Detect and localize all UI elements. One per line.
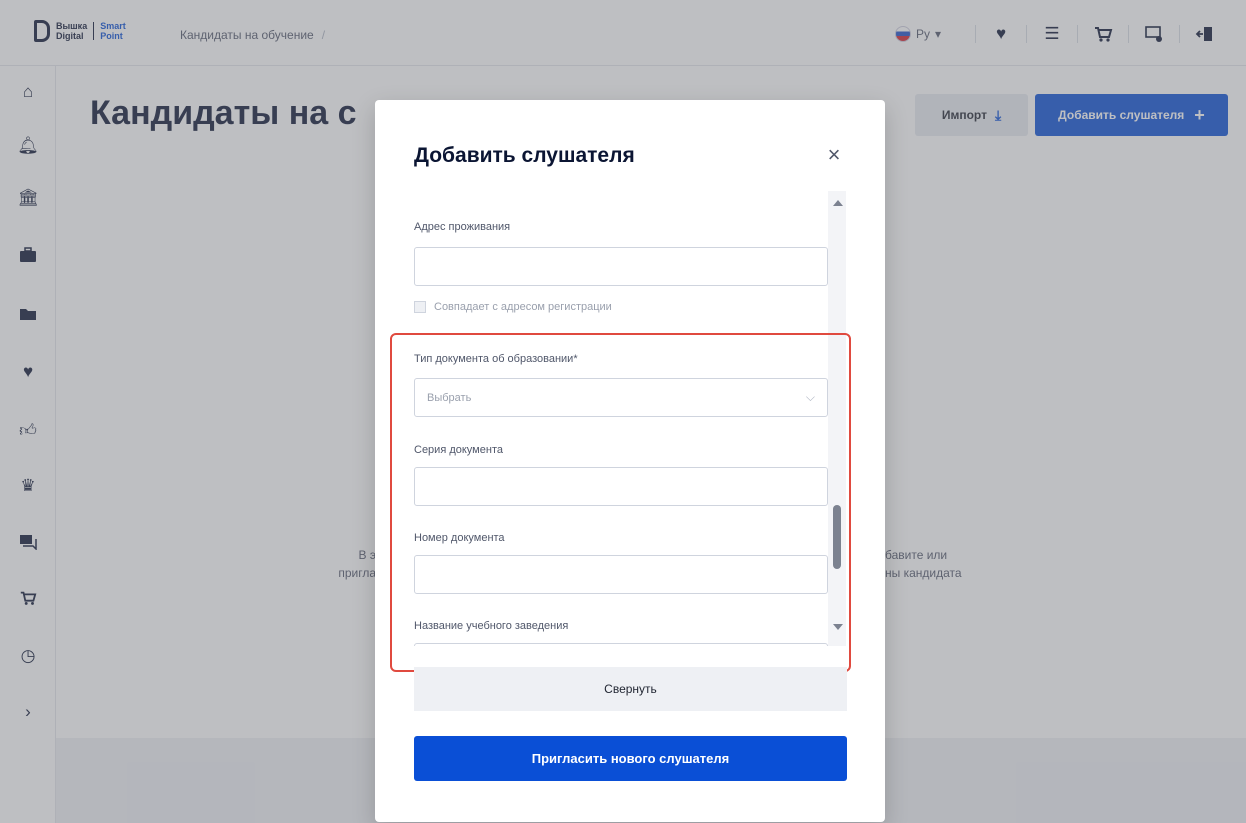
institution-input[interactable] [414, 643, 828, 646]
institution-label: Название учебного заведения [414, 620, 569, 632]
doc-type-placeholder: Выбрать [427, 391, 472, 404]
doc-series-input[interactable] [414, 467, 828, 506]
same-address-label: Совпадает с адресом регистрации [434, 301, 612, 313]
scrollbar-track[interactable] [828, 191, 846, 646]
doc-number-label: Номер документа [414, 532, 505, 544]
doc-number-input[interactable] [414, 555, 828, 594]
doc-type-select[interactable]: Выбрать ⌵ [414, 378, 828, 417]
doc-series-label: Серия документа [414, 444, 503, 456]
same-address-checkbox-row[interactable]: Совпадает с адресом регистрации [414, 301, 612, 313]
same-address-checkbox[interactable] [414, 301, 426, 313]
modal-form-scroll-area[interactable]: Адрес проживания Совпадает с адресом рег… [414, 191, 847, 646]
modal-title: Добавить слушателя [414, 144, 635, 167]
scrollbar-thumb[interactable] [833, 505, 841, 569]
address-label: Адрес проживания [414, 221, 511, 233]
scroll-down-icon[interactable] [833, 624, 843, 630]
doc-type-label: Тип документа об образовании* [414, 353, 578, 365]
scroll-up-icon[interactable] [833, 200, 843, 206]
address-input[interactable] [414, 247, 828, 286]
collapse-button[interactable]: Свернуть [414, 667, 847, 711]
add-listener-modal: Добавить слушателя × Адрес проживания Со… [375, 100, 885, 822]
invite-new-listener-button[interactable]: Пригласить нового слушателя [414, 736, 847, 781]
chevron-down-icon: ⌵ [805, 390, 815, 404]
close-icon[interactable]: × [823, 142, 845, 167]
